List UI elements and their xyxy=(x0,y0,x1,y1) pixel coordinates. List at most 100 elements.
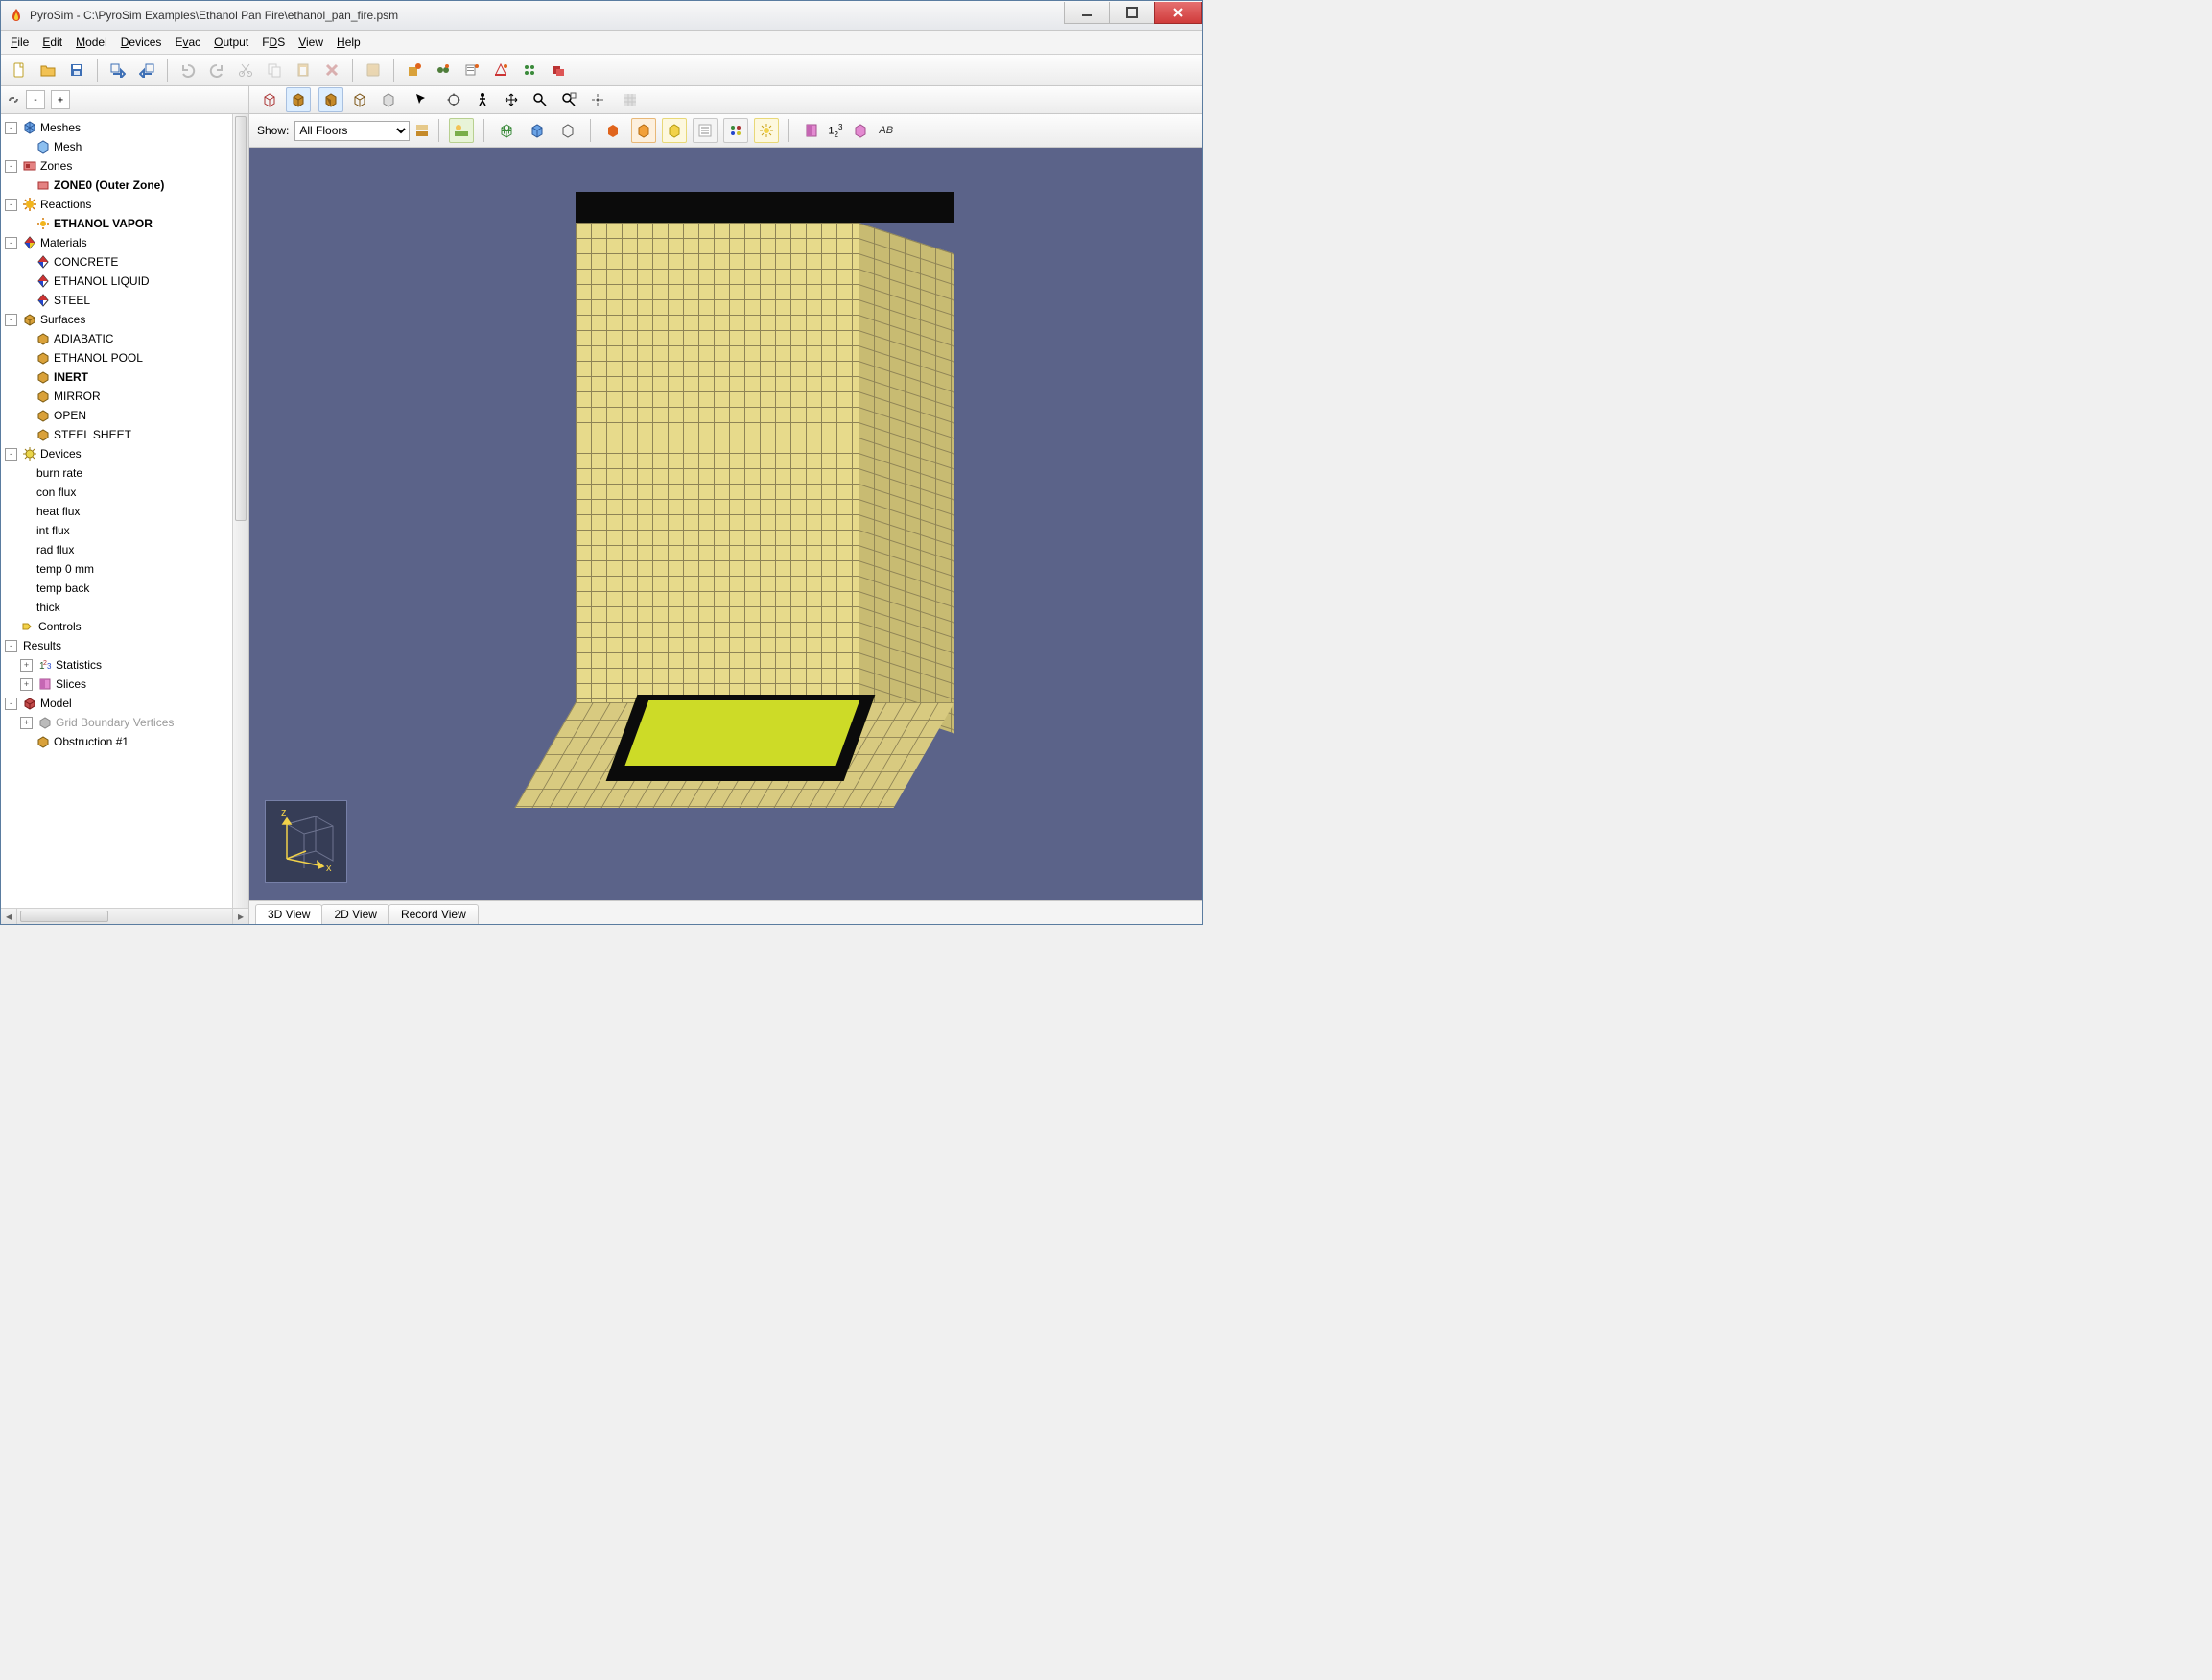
redo-button[interactable] xyxy=(204,58,229,83)
show-list-button[interactable] xyxy=(693,118,718,143)
scroll-thumb[interactable] xyxy=(20,911,108,922)
svg-text:x: x xyxy=(326,863,332,874)
menu-view[interactable]: View xyxy=(293,34,329,51)
walk-tool[interactable] xyxy=(470,87,495,112)
paste-button[interactable] xyxy=(291,58,316,83)
tree-label: con flux xyxy=(36,483,76,502)
fire-tool-6[interactable] xyxy=(546,58,571,83)
show-slice-icon[interactable] xyxy=(799,118,824,143)
surface-icon xyxy=(36,351,50,365)
show-mesh-solid-button[interactable] xyxy=(525,118,550,143)
scroll-left-arrow[interactable]: ◂ xyxy=(1,909,17,924)
show-sun-button[interactable] xyxy=(754,118,779,143)
solid-cube-button[interactable] xyxy=(286,87,311,112)
tree-label: Surfaces xyxy=(40,310,85,329)
fire-tool-3[interactable] xyxy=(459,58,484,83)
tree-toggle[interactable]: - xyxy=(5,237,17,249)
tree-toggle[interactable]: - xyxy=(5,122,17,134)
tree-label: Reactions xyxy=(40,195,91,214)
show-pink-cube-button[interactable] xyxy=(848,118,873,143)
navigator-tree[interactable]: -Meshes Mesh -Zones ZONE0 (Outer Zone) -… xyxy=(1,114,232,908)
pan-tool[interactable] xyxy=(499,87,524,112)
tree-toggle[interactable]: + xyxy=(20,717,33,729)
tree-toggle[interactable]: + xyxy=(20,659,33,672)
menu-output[interactable]: Output xyxy=(208,34,254,51)
reaction-group-icon xyxy=(23,198,36,211)
obstruction-icon xyxy=(36,735,50,748)
tree-label: thick xyxy=(36,598,60,617)
zoom-extents-tool[interactable] xyxy=(556,87,581,112)
tree-toggle[interactable]: + xyxy=(20,678,33,691)
menu-edit[interactable]: Edit xyxy=(36,34,68,51)
navigator-hscrollbar[interactable]: ◂ ▸ xyxy=(1,908,248,924)
shaded-cube-button-3[interactable] xyxy=(376,87,401,112)
copy-button[interactable] xyxy=(262,58,287,83)
show-terrain-button[interactable] xyxy=(449,118,474,143)
orbit-tool[interactable] xyxy=(441,87,466,112)
navigator-vscrollbar[interactable] xyxy=(232,114,248,908)
link-icon[interactable] xyxy=(7,93,20,106)
pointer-tool[interactable] xyxy=(409,87,434,112)
save-file-button[interactable] xyxy=(64,58,89,83)
shaded-cube-button-1[interactable] xyxy=(318,87,343,112)
separator xyxy=(590,119,591,142)
fire-tool-5[interactable] xyxy=(517,58,542,83)
collapse-all-button[interactable]: - xyxy=(26,90,45,109)
show-obst-yellow-button[interactable] xyxy=(662,118,687,143)
tree-label: burn rate xyxy=(36,463,82,483)
import-button[interactable] xyxy=(106,58,130,83)
minimize-button[interactable] xyxy=(1064,2,1110,24)
scroll-right-arrow[interactable]: ▸ xyxy=(232,909,248,924)
menu-model[interactable]: Model xyxy=(70,34,113,51)
device-group-icon xyxy=(23,447,36,461)
menu-evac[interactable]: Evac xyxy=(169,34,206,51)
menu-devices[interactable]: Devices xyxy=(115,34,168,51)
menu-help[interactable]: Help xyxy=(331,34,366,51)
floor-settings-icon[interactable] xyxy=(415,124,429,137)
fire-tool-2[interactable] xyxy=(431,58,456,83)
show-obst-button[interactable] xyxy=(600,118,625,143)
separator xyxy=(167,59,168,82)
grid-tool[interactable] xyxy=(618,87,643,112)
expand-all-button[interactable]: + xyxy=(51,90,70,109)
show-mesh-grid-button[interactable] xyxy=(494,118,519,143)
delete-button[interactable] xyxy=(319,58,344,83)
zoom-tool[interactable] xyxy=(528,87,553,112)
menu-fds[interactable]: FDS xyxy=(256,34,291,51)
close-button[interactable] xyxy=(1154,2,1202,24)
menu-file[interactable]: File xyxy=(5,34,35,51)
wireframe-cube-button[interactable] xyxy=(257,87,282,112)
properties-button[interactable] xyxy=(361,58,386,83)
axis-gizmo[interactable]: x z xyxy=(265,800,347,883)
fire-tool-4[interactable] xyxy=(488,58,513,83)
tree-toggle[interactable]: - xyxy=(5,199,17,211)
fire-tool-1[interactable] xyxy=(402,58,427,83)
3d-viewport[interactable]: x z xyxy=(249,148,1202,900)
tree-toggle[interactable]: - xyxy=(5,448,17,461)
maximize-button[interactable] xyxy=(1109,2,1155,24)
tree-toggle[interactable]: - xyxy=(5,160,17,173)
tree-toggle[interactable]: - xyxy=(5,698,17,710)
cut-button[interactable] xyxy=(233,58,258,83)
undo-button[interactable] xyxy=(176,58,200,83)
tree-label: Materials xyxy=(40,233,87,252)
show-nodes-button[interactable] xyxy=(723,118,748,143)
tab-3d-view[interactable]: 3D View xyxy=(255,904,322,924)
tree-label: ETHANOL POOL xyxy=(54,348,143,367)
open-file-button[interactable] xyxy=(35,58,60,83)
tree-label: INERT xyxy=(54,367,88,387)
tree-toggle[interactable]: - xyxy=(5,640,17,652)
center-tool[interactable] xyxy=(585,87,610,112)
tree-label: Mesh xyxy=(54,137,82,156)
reaction-icon xyxy=(36,217,50,230)
tab-record-view[interactable]: Record View xyxy=(388,904,479,924)
shaded-cube-button-2[interactable] xyxy=(347,87,372,112)
show-obst-orange-button[interactable] xyxy=(631,118,656,143)
tab-2d-view[interactable]: 2D View xyxy=(321,904,388,924)
new-file-button[interactable] xyxy=(7,58,32,83)
floor-select[interactable]: All Floors xyxy=(294,121,410,141)
export-button[interactable] xyxy=(134,58,159,83)
scroll-thumb[interactable] xyxy=(235,116,247,521)
tree-toggle[interactable]: - xyxy=(5,314,17,326)
show-mesh-wire-button[interactable] xyxy=(555,118,580,143)
